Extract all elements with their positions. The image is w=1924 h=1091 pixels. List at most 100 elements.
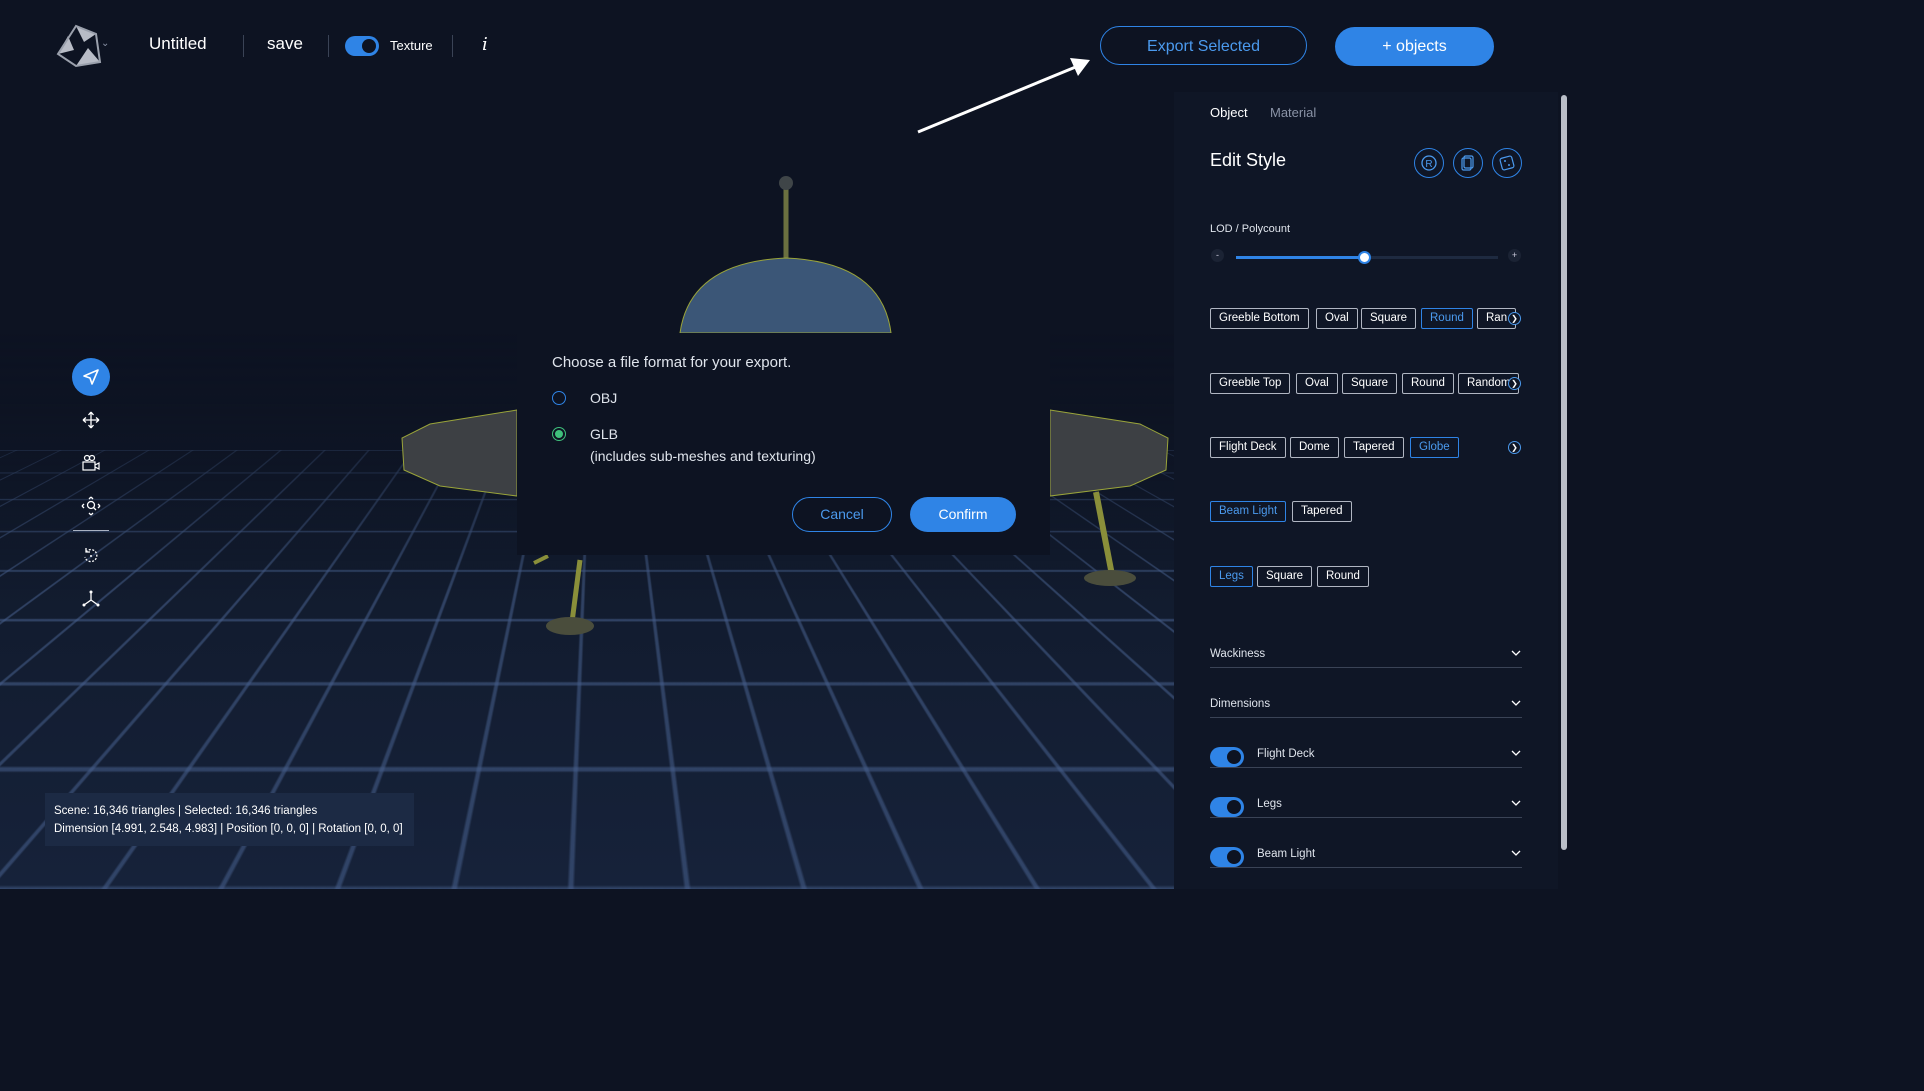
chip-square[interactable]: Square — [1361, 308, 1417, 329]
radio-glb[interactable] — [552, 427, 566, 441]
legs-row: Legs Square Round — [1210, 566, 1522, 588]
chevron-down-icon — [1511, 750, 1521, 756]
chip-globe[interactable]: Globe — [1410, 437, 1459, 458]
radio-obj-label[interactable]: OBJ — [590, 390, 617, 406]
chevron-down-icon — [1511, 800, 1521, 806]
texture-label: Texture — [390, 38, 433, 53]
accordion-wackiness[interactable]: Wackiness — [1210, 645, 1522, 668]
toolbar-divider — [73, 530, 109, 531]
rotate-icon — [84, 548, 98, 563]
select-tool[interactable] — [72, 358, 110, 396]
lod-slider-handle[interactable] — [1358, 251, 1372, 264]
accordion-legs[interactable]: Legs — [1210, 795, 1522, 818]
add-objects-button[interactable]: + objects — [1335, 27, 1494, 66]
axis-tool[interactable] — [72, 580, 110, 618]
lod-increase-button[interactable]: + — [1508, 249, 1521, 262]
chip-square[interactable]: Square — [1342, 373, 1398, 394]
legs-toggle[interactable] — [1210, 797, 1244, 817]
chip-round[interactable]: Round — [1402, 373, 1454, 394]
zoom-tool[interactable] — [72, 487, 110, 525]
chip-greeble-top[interactable]: Greeble Top — [1210, 373, 1291, 394]
cursor-arrow-icon — [83, 369, 99, 385]
chip-oval[interactable]: Oval — [1316, 308, 1358, 329]
info-icon[interactable]: i — [482, 34, 488, 55]
divider — [452, 35, 453, 57]
tab-object[interactable]: Object — [1210, 105, 1248, 120]
move-tool[interactable] — [72, 401, 110, 439]
status-triangles: Scene: 16,346 triangles | Selected: 16,3… — [54, 805, 318, 817]
logo-icon[interactable] — [54, 24, 104, 68]
chip-oval[interactable]: Oval — [1296, 373, 1338, 394]
chevron-down-icon — [1511, 850, 1521, 856]
accordion-flight-deck[interactable]: Flight Deck — [1210, 745, 1522, 768]
divider — [243, 35, 244, 57]
beam-light-toggle[interactable] — [1210, 847, 1244, 867]
scene-status: Scene: 16,346 triangles | Selected: 16,3… — [45, 793, 414, 846]
export-selected-button[interactable]: Export Selected — [1100, 26, 1307, 65]
chevron-down-icon — [1511, 650, 1521, 656]
zoom-icon — [81, 496, 101, 516]
chevron-right-icon[interactable]: ❯ — [1508, 312, 1521, 325]
project-title[interactable]: Untitled — [149, 34, 207, 54]
chip-round[interactable]: Round — [1421, 308, 1473, 329]
lod-decrease-button[interactable]: - — [1211, 249, 1224, 262]
rotate-tool[interactable] — [72, 537, 110, 575]
svg-text:R: R — [1425, 159, 1432, 170]
accordion-label: Flight Deck — [1257, 748, 1315, 760]
accordion-label: Legs — [1257, 798, 1282, 810]
chip-tapered[interactable]: Tapered — [1292, 501, 1352, 522]
chip-round[interactable]: Round — [1317, 566, 1369, 587]
axis-icon — [82, 590, 100, 607]
panel-scrollbar-thumb[interactable] — [1561, 95, 1567, 850]
dialog-title: Choose a file format for your export. — [552, 354, 792, 371]
flight-deck-row: Flight Deck Dome Tapered Globe ❯ — [1210, 437, 1522, 459]
reset-style-button[interactable]: R — [1414, 148, 1444, 178]
chevron-down-icon — [1511, 700, 1521, 706]
greeble-top-row: Greeble Top Oval Square Round Random ❯ — [1210, 373, 1522, 395]
save-button[interactable]: save — [267, 34, 303, 54]
properties-panel: Object Material Edit Style R LOD / Polyc… — [1174, 92, 1558, 889]
chip-legs[interactable]: Legs — [1210, 566, 1253, 587]
flight-deck-toggle[interactable] — [1210, 747, 1244, 767]
move-arrows-icon — [82, 411, 100, 429]
accordion-label: Dimensions — [1210, 698, 1271, 710]
lod-label: LOD / Polycount — [1210, 223, 1291, 235]
camera-icon — [82, 454, 100, 471]
accordion-label: Wackiness — [1210, 648, 1266, 660]
accordion-beam-light[interactable]: Beam Light — [1210, 845, 1522, 868]
top-bar: ⌄ Untitled save Texture i Export Selecte… — [0, 0, 1568, 92]
status-transform: Dimension [4.991, 2.548, 4.983] | Positi… — [54, 823, 403, 835]
accordion-dimensions[interactable]: Dimensions — [1210, 695, 1522, 718]
dice-icon — [1499, 155, 1515, 171]
edit-style-heading: Edit Style — [1210, 150, 1287, 170]
lod-slider[interactable] — [1236, 251, 1498, 264]
divider — [328, 35, 329, 57]
chevron-right-icon[interactable]: ❯ — [1508, 377, 1521, 390]
tab-material[interactable]: Material — [1270, 105, 1316, 120]
radio-glb-label[interactable]: GLB — [590, 426, 618, 442]
radio-glb-note: (includes sub-meshes and texturing) — [590, 448, 816, 464]
chip-dome[interactable]: Dome — [1290, 437, 1339, 458]
chevron-down-icon[interactable]: ⌄ — [101, 38, 109, 49]
chevron-right-icon[interactable]: ❯ — [1508, 441, 1521, 454]
greeble-bottom-row: Greeble Bottom Oval Square Round Ran ❯ — [1210, 308, 1522, 330]
confirm-button[interactable]: Confirm — [910, 497, 1016, 532]
lod-slider-fill — [1236, 256, 1365, 259]
export-format-dialog: Choose a file format for your export. OB… — [517, 333, 1050, 555]
copy-style-button[interactable] — [1453, 148, 1483, 178]
chip-beam-light[interactable]: Beam Light — [1210, 501, 1287, 522]
reset-icon: R — [1421, 155, 1437, 171]
cancel-button[interactable]: Cancel — [792, 497, 892, 532]
annotation-arrow-icon — [917, 58, 1090, 134]
beam-light-row: Beam Light Tapered — [1210, 501, 1522, 523]
randomize-style-button[interactable] — [1492, 148, 1522, 178]
radio-obj[interactable] — [552, 391, 566, 405]
accordion-label: Beam Light — [1257, 848, 1316, 860]
chip-square[interactable]: Square — [1257, 566, 1313, 587]
chip-tapered[interactable]: Tapered — [1344, 437, 1404, 458]
camera-tool[interactable] — [72, 444, 110, 482]
copy-icon — [1461, 155, 1474, 171]
texture-toggle[interactable] — [345, 36, 379, 56]
chip-greeble-bottom[interactable]: Greeble Bottom — [1210, 308, 1309, 329]
chip-flight-deck[interactable]: Flight Deck — [1210, 437, 1286, 458]
